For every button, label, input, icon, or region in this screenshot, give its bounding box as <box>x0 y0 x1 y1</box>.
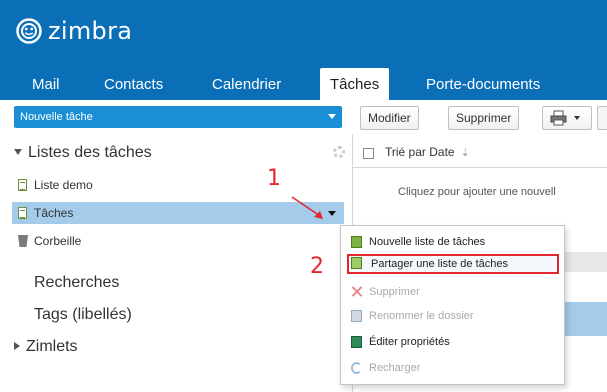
print-dropdown-chevron-icon <box>574 116 580 120</box>
tab-calendrier[interactable]: Calendrier <box>212 72 281 100</box>
step-2-number: 2 <box>310 254 324 279</box>
context-menu: Nouvelle liste de tâches Partager une li… <box>340 225 565 385</box>
printer-icon <box>550 110 567 126</box>
menu-item-label: Nouvelle liste de tâches <box>369 236 486 248</box>
task-list-icon <box>18 207 27 219</box>
menu-item-delete[interactable]: Supprimer <box>347 282 559 302</box>
step-1-number: 1 <box>267 166 281 191</box>
sidebar-item-corbeille[interactable]: Corbeille <box>14 230 334 252</box>
menu-item-label: Renommer le dossier <box>369 310 474 322</box>
expand-down-icon <box>14 149 22 155</box>
share-task-list-icon <box>351 257 362 269</box>
sidebar-item-label: Corbeille <box>34 234 82 248</box>
menu-item-edit-properties[interactable]: Éditer propriétés <box>347 332 559 352</box>
zimlets-header[interactable]: Zimlets <box>14 338 78 356</box>
sort-label-text: Trié par Date <box>385 145 455 159</box>
list-row-selected[interactable] <box>560 302 607 336</box>
sort-arrow-icon: ⇣ <box>460 147 470 159</box>
zimbra-logo-icon <box>16 18 42 44</box>
menu-item-share-task-list[interactable]: Partager une liste de tâches <box>347 254 559 274</box>
menu-item-reload[interactable]: Recharger <box>347 358 559 378</box>
list-header: Trié par Date ⇣ <box>353 140 607 168</box>
print-button[interactable] <box>542 106 592 130</box>
sidebar: Listes des tâches Liste demo Tâches Corb… <box>0 134 352 392</box>
tab-mail[interactable]: Mail <box>32 72 60 100</box>
new-task-label: Nouvelle tâche <box>20 111 93 123</box>
edit-properties-icon <box>351 336 362 348</box>
tasklists-header[interactable]: Listes des tâches <box>14 144 152 162</box>
rename-icon <box>351 310 362 322</box>
tab-contacts[interactable]: Contacts <box>104 72 163 100</box>
new-task-button[interactable]: Nouvelle tâche <box>14 106 342 128</box>
expand-right-icon <box>14 342 20 350</box>
tab-porte-documents[interactable]: Porte-documents <box>426 72 540 100</box>
zimbra-logo[interactable]: zimbra <box>14 14 132 48</box>
modify-button[interactable]: Modifier <box>360 106 419 130</box>
tab-taches[interactable]: Tâches <box>320 68 390 100</box>
task-list-icon <box>18 179 27 191</box>
more-toolbar-button[interactable] <box>597 106 607 130</box>
menu-item-label: Éditer propriétés <box>369 336 450 348</box>
logo-text: zimbra <box>48 17 133 45</box>
sidebar-item-label: Tâches <box>34 206 74 220</box>
annotation-arrow-icon <box>291 196 323 219</box>
reload-icon <box>351 362 362 374</box>
zimlets-header-label: Zimlets <box>26 338 78 355</box>
app-header: zimbra Mail Contacts Calendrier Tâches P… <box>0 0 607 100</box>
trash-icon <box>18 235 28 247</box>
searches-header[interactable]: Recherches <box>34 274 119 292</box>
sidebar-item-label: Liste demo <box>34 178 93 192</box>
gear-icon[interactable] <box>333 146 345 158</box>
delete-button[interactable]: Supprimer <box>448 106 520 130</box>
sort-by-date-label[interactable]: Trié par Date ⇣ <box>385 145 470 159</box>
chevron-down-icon[interactable] <box>328 114 336 119</box>
select-all-checkbox[interactable] <box>363 148 374 159</box>
app-tabs: Mail Contacts Calendrier Tâches Porte-do… <box>0 68 607 100</box>
list-row[interactable] <box>560 252 607 272</box>
menu-item-label: Partager une liste de tâches <box>371 258 508 270</box>
add-task-hint[interactable]: Cliquez pour ajouter une nouvell <box>398 186 556 198</box>
delete-icon <box>351 286 362 298</box>
new-task-list-icon <box>351 236 362 248</box>
sidebar-item-liste-demo[interactable]: Liste demo <box>14 174 334 196</box>
menu-item-label: Recharger <box>369 362 421 374</box>
menu-item-label: Supprimer <box>369 286 420 298</box>
tasklists-header-label: Listes des tâches <box>28 144 152 161</box>
tags-header[interactable]: Tags (libellés) <box>34 306 132 324</box>
menu-item-rename-folder[interactable]: Renommer le dossier <box>347 306 559 326</box>
menu-item-new-task-list[interactable]: Nouvelle liste de tâches <box>347 232 559 252</box>
